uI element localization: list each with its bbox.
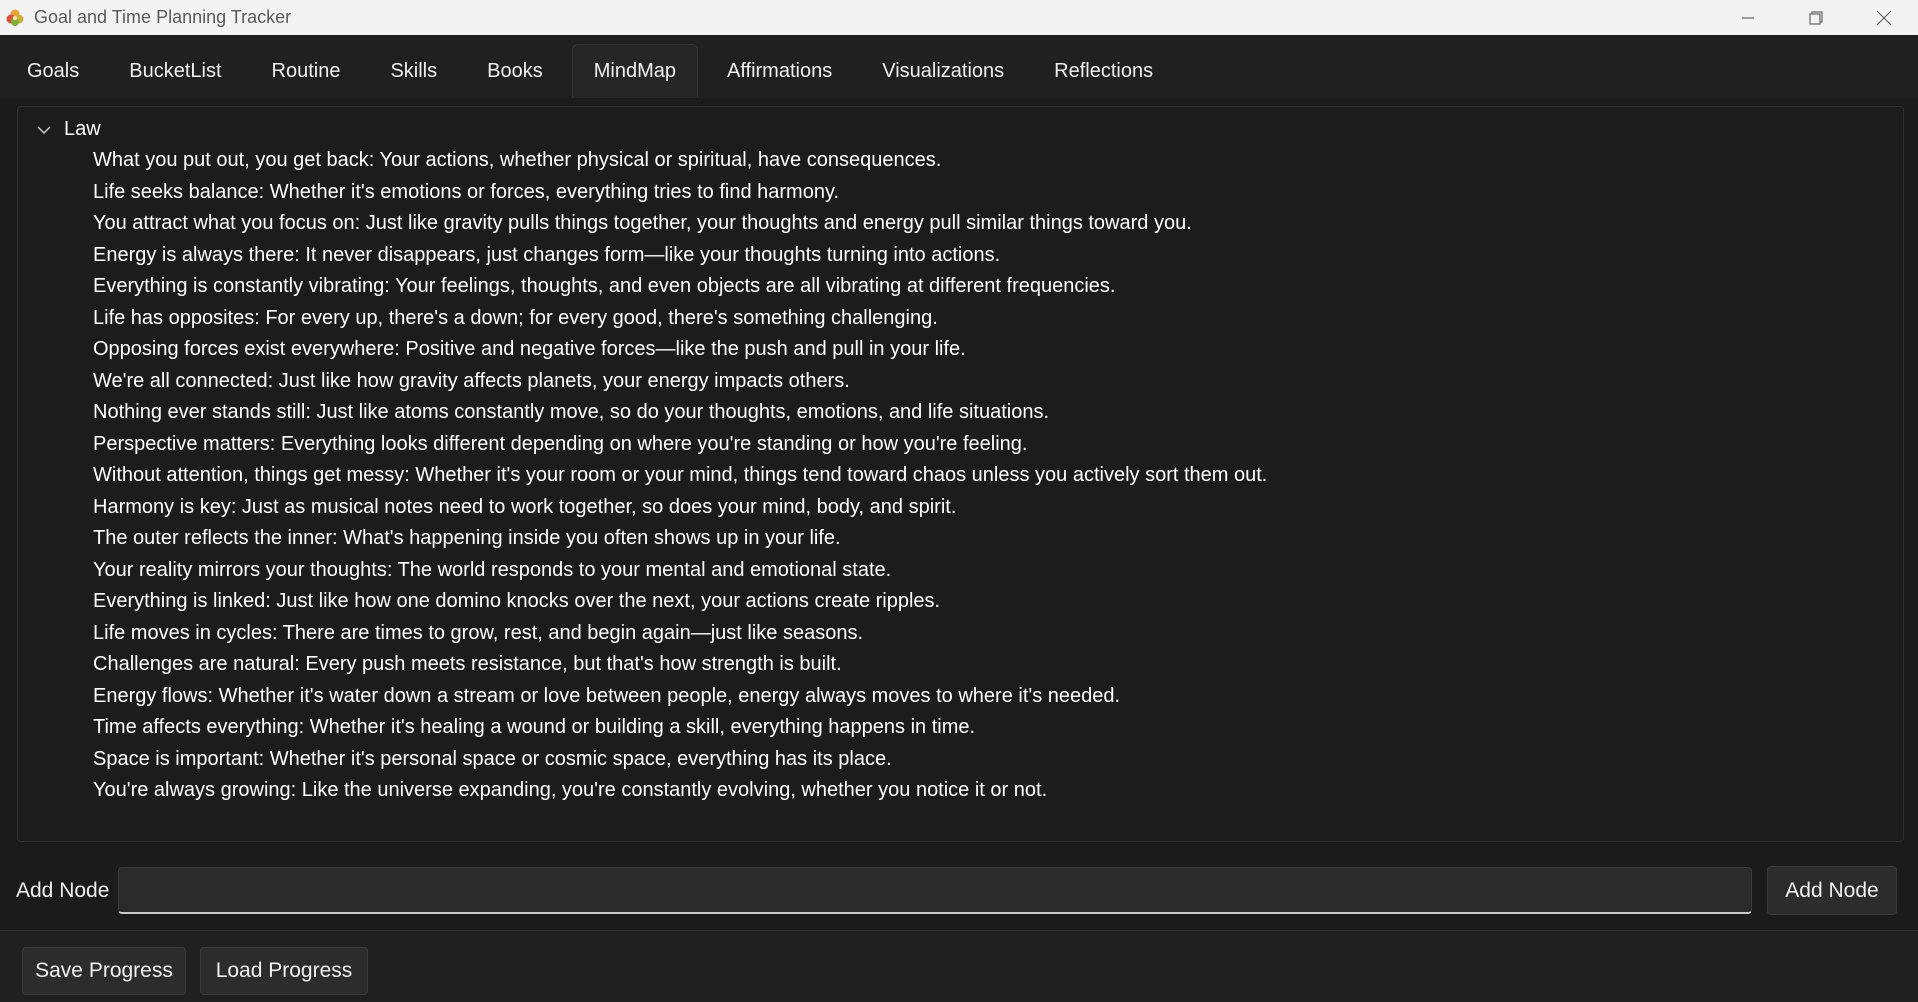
tree-node[interactable]: We're all connected: Just like how gravi… (93, 366, 1903, 398)
add-node-label: Add Node (16, 878, 110, 902)
tree-node[interactable]: Your reality mirrors your thoughts: The … (93, 555, 1903, 587)
tree-node[interactable]: Challenges are natural: Every push meets… (93, 649, 1903, 681)
tree-node[interactable]: What you put out, you get back: Your act… (93, 145, 1903, 177)
tree-node[interactable]: Everything is linked: Just like how one … (93, 586, 1903, 618)
close-icon (1876, 10, 1892, 25)
tab-affirmations[interactable]: Affirmations (706, 44, 853, 98)
tree-node[interactable]: Everything is constantly vibrating: Your… (93, 271, 1903, 303)
mindmap-tree[interactable]: Law What you put out, you get back: Your… (17, 106, 1904, 842)
footer-bar: Save Progress Load Progress (0, 930, 1918, 1002)
close-button[interactable] (1850, 0, 1918, 35)
load-progress-button[interactable]: Load Progress (200, 947, 368, 995)
tab-bar: Goals BucketList Routine Skills Books Mi… (0, 35, 1918, 98)
tree-node[interactable]: You attract what you focus on: Just like… (93, 208, 1903, 240)
tab-books[interactable]: Books (466, 44, 564, 98)
title-bar: Goal and Time Planning Tracker (0, 0, 1918, 35)
minimize-button[interactable] (1714, 0, 1782, 35)
tab-bucketlist[interactable]: BucketList (108, 44, 242, 98)
tree-node[interactable]: Energy flows: Whether it's water down a … (93, 681, 1903, 713)
tree-node[interactable]: Space is important: Whether it's persona… (93, 744, 1903, 776)
tab-reflections[interactable]: Reflections (1033, 44, 1174, 98)
flower-logo-icon (4, 7, 26, 29)
restore-button[interactable] (1782, 0, 1850, 35)
window-controls (1714, 0, 1918, 35)
add-node-input[interactable] (118, 867, 1752, 914)
window-title: Goal and Time Planning Tracker (34, 7, 292, 27)
tree-children: What you put out, you get back: Your act… (18, 145, 1903, 807)
tree-node-root[interactable]: Law (18, 113, 1903, 145)
tree-node-root-label: Law (64, 117, 101, 140)
restore-icon (1809, 10, 1823, 25)
add-node-button[interactable]: Add Node (1767, 866, 1897, 915)
tree-node[interactable]: Energy is always there: It never disappe… (93, 240, 1903, 272)
tree-node[interactable]: Life seeks balance: Whether it's emotion… (93, 177, 1903, 209)
tree-node[interactable]: Without attention, things get messy: Whe… (93, 460, 1903, 492)
minimize-icon (1742, 16, 1754, 19)
chevron-down-icon[interactable] (36, 121, 52, 137)
tab-goals[interactable]: Goals (6, 44, 100, 98)
tree-node[interactable]: Harmony is key: Just as musical notes ne… (93, 492, 1903, 524)
tab-routine[interactable]: Routine (251, 44, 362, 98)
tree-node[interactable]: Opposing forces exist everywhere: Positi… (93, 334, 1903, 366)
tree-node[interactable]: Nothing ever stands still: Just like ato… (93, 397, 1903, 429)
tree-node[interactable]: Life moves in cycles: There are times to… (93, 618, 1903, 650)
tab-skills[interactable]: Skills (369, 44, 458, 98)
tree-node[interactable]: Perspective matters: Everything looks di… (93, 429, 1903, 461)
tree-node[interactable]: You're always growing: Like the universe… (93, 775, 1903, 807)
tree-node[interactable]: Time affects everything: Whether it's he… (93, 712, 1903, 744)
tab-visualizations[interactable]: Visualizations (861, 44, 1025, 98)
tab-mindmap[interactable]: MindMap (571, 44, 698, 98)
save-progress-button[interactable]: Save Progress (22, 947, 186, 995)
tree-node[interactable]: Life has opposites: For every up, there'… (93, 303, 1903, 335)
tree-node[interactable]: The outer reflects the inner: What's hap… (93, 523, 1903, 555)
add-node-row: Add Node Add Node (0, 862, 1918, 919)
